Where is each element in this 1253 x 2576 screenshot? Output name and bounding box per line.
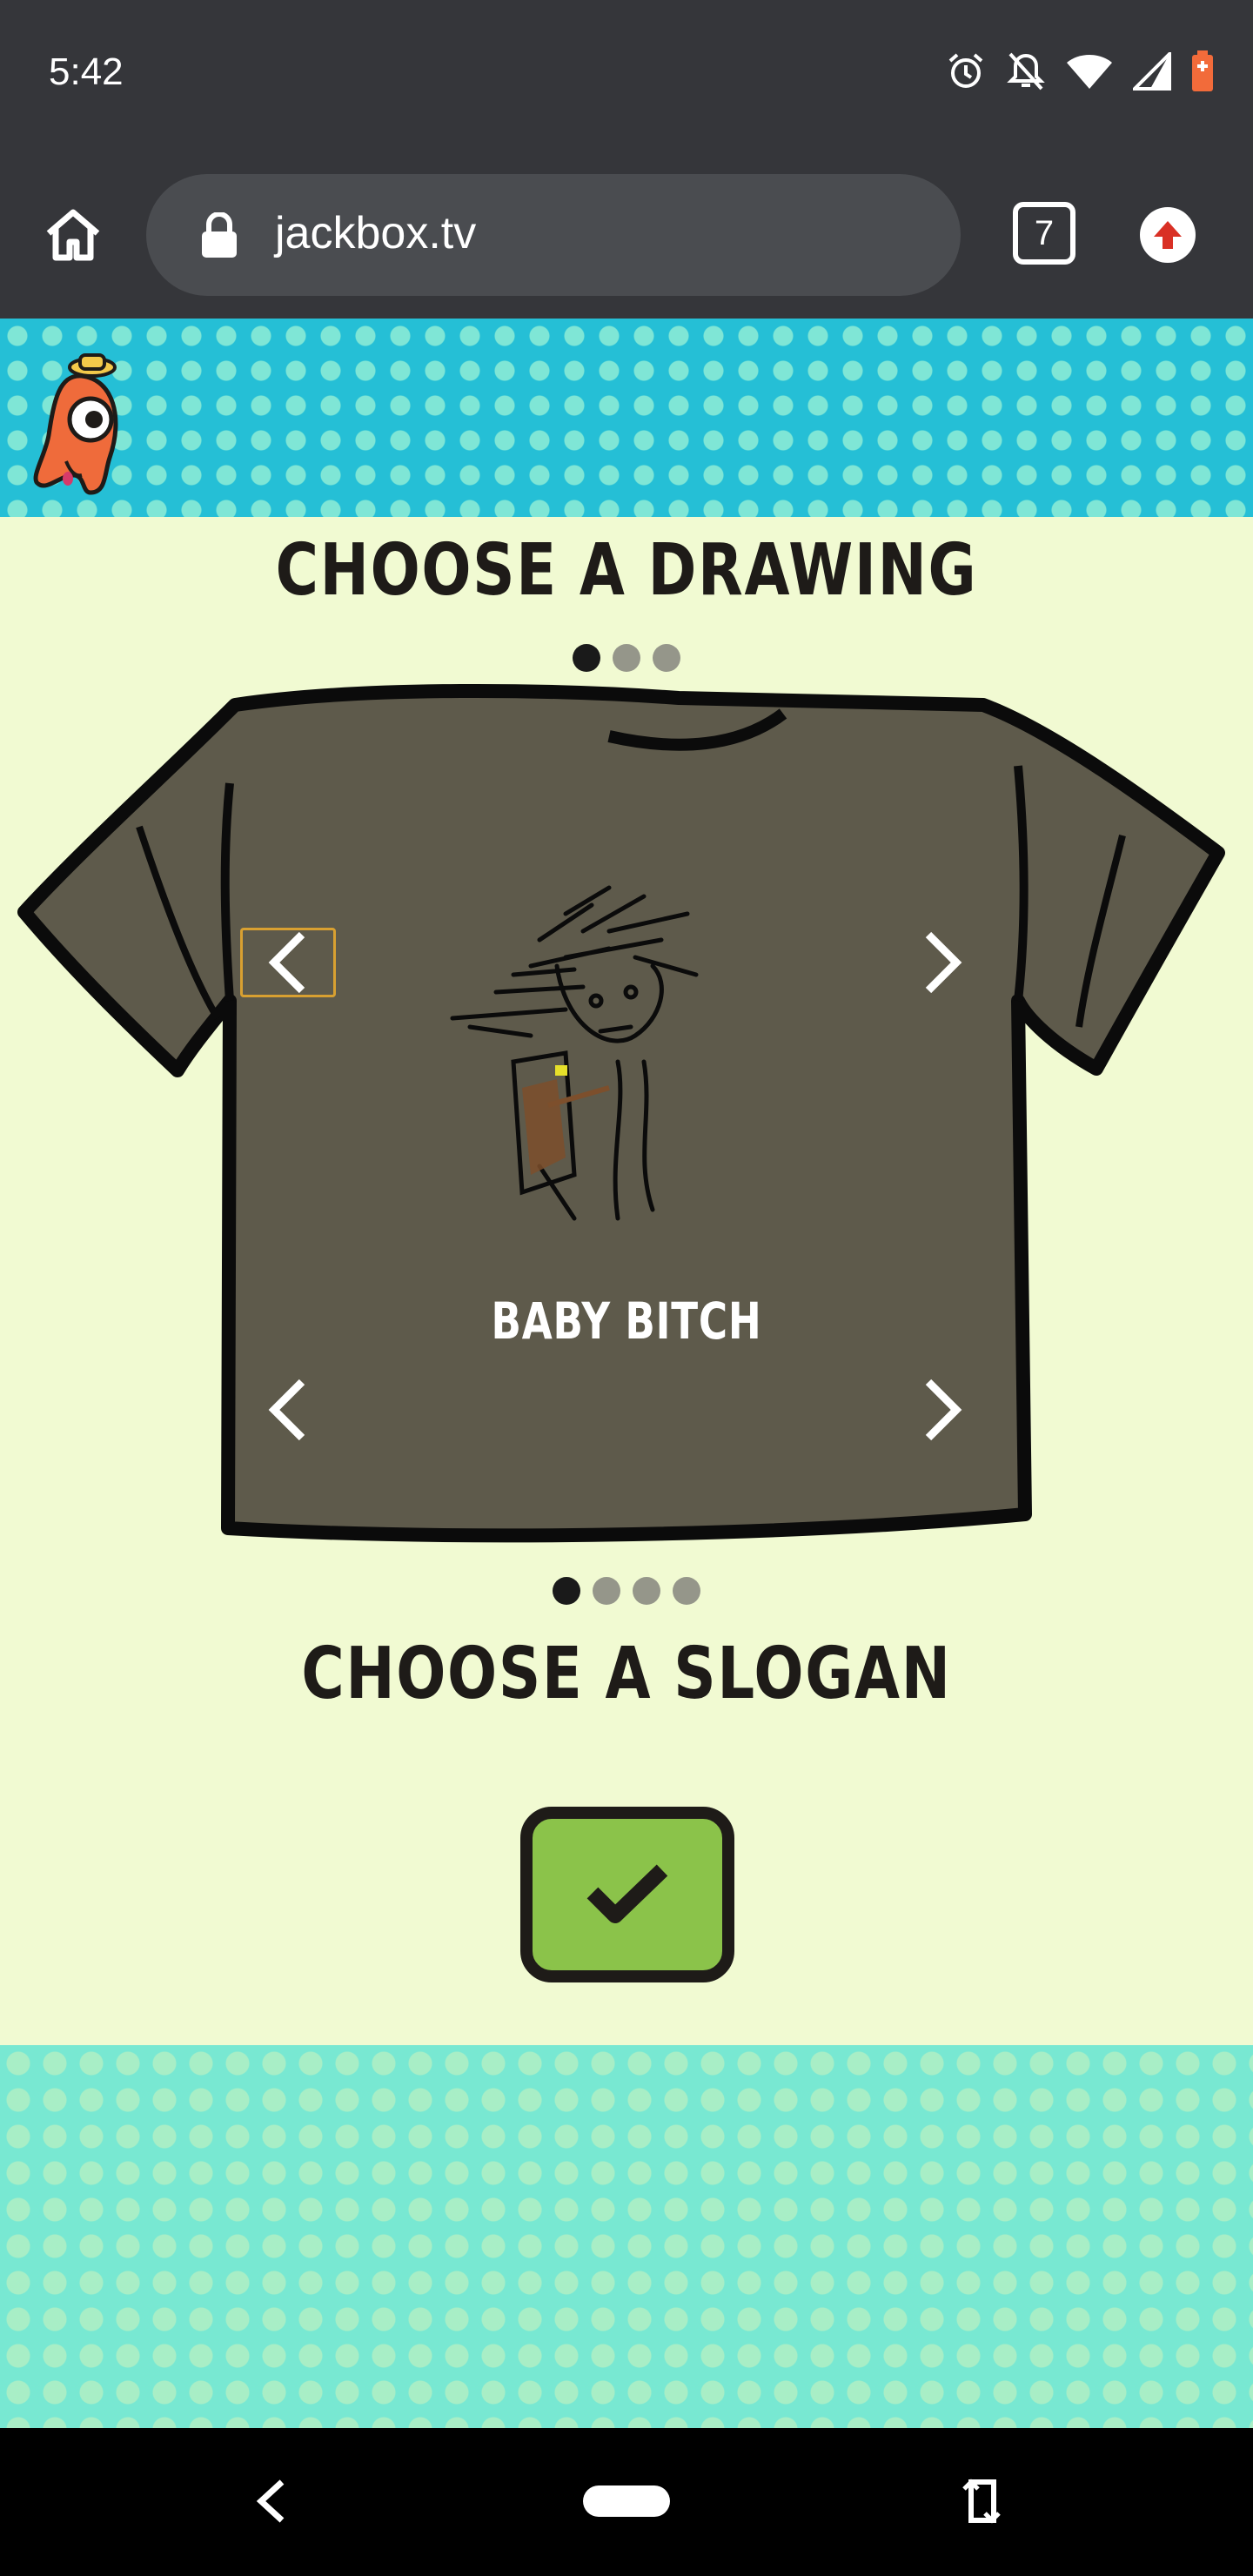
footer-pattern: [0, 2045, 1253, 2428]
jackbox-mascot-logo: [33, 353, 118, 495]
tab-switcher-button[interactable]: 7: [1013, 202, 1075, 265]
chevron-right-icon: [925, 1379, 962, 1441]
slogan-page-indicator: [0, 1577, 1253, 1605]
update-arrow-icon: [1154, 221, 1182, 249]
cell-signal-icon: [1130, 50, 1171, 94]
home-button[interactable]: [38, 200, 108, 270]
slogan-page-dot-1: [553, 1577, 580, 1605]
slogan-page-dot-4: [673, 1577, 700, 1605]
player-drawing: [450, 885, 699, 1221]
notifications-off-icon: [1006, 50, 1046, 96]
drawing-page-indicator: [0, 644, 1253, 672]
drawing-page-dot-1: [573, 644, 600, 672]
back-icon[interactable]: [254, 2477, 289, 2526]
slogan-text: BABY BITCH: [491, 1291, 762, 1351]
lock-icon: [202, 212, 237, 258]
system-navigation-bar: [0, 2428, 1253, 2576]
drawing-page-dot-2: [613, 644, 640, 672]
status-time: 5:42: [49, 50, 124, 93]
submit-button[interactable]: [520, 1807, 734, 1982]
chevron-right-icon: [925, 931, 962, 994]
home-gesture-pill[interactable]: [583, 2485, 670, 2517]
battery-icon: [1190, 50, 1215, 96]
next-slogan-button[interactable]: [895, 1375, 990, 1445]
status-icons: [945, 49, 1215, 97]
choose-drawing-heading: CHOOSE A DRAWING: [275, 529, 978, 612]
previous-drawing-button[interactable]: [240, 928, 336, 997]
choose-slogan-heading: CHOOSE A SLOGAN: [301, 1633, 952, 1715]
slogan-page-dot-2: [593, 1577, 620, 1605]
slogan-page-dot-3: [633, 1577, 660, 1605]
url-text[interactable]: jackbox.tv: [275, 207, 476, 259]
drawing-page-dot-3: [653, 644, 680, 672]
chrome-update-button[interactable]: [1140, 207, 1196, 263]
rotate-screen-icon[interactable]: [961, 2473, 1002, 2529]
wifi-icon: [1065, 52, 1114, 94]
next-drawing-button[interactable]: [895, 928, 990, 997]
status-bar: 5:42: [0, 0, 1253, 157]
home-icon: [46, 209, 100, 261]
previous-slogan-button[interactable]: [240, 1375, 336, 1445]
chevron-left-icon: [268, 1379, 305, 1441]
address-bar[interactable]: jackbox.tv: [146, 174, 961, 296]
alarm-icon: [945, 50, 987, 96]
checkmark-icon: [586, 1864, 668, 1923]
browser-toolbar: jackbox.tv 7: [0, 157, 1253, 319]
chevron-left-icon: [268, 931, 305, 994]
header-pattern: [0, 319, 1253, 517]
